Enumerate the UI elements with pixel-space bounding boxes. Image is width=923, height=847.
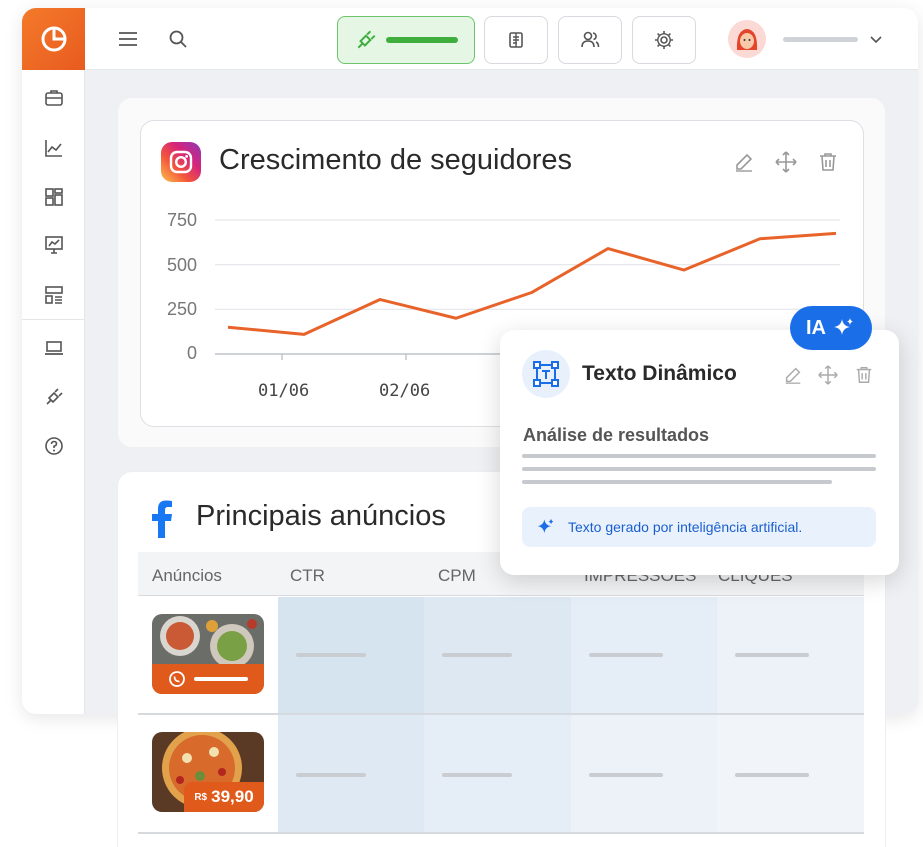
instagram-icon [161,142,201,182]
table-cell [717,715,864,833]
sparkle-icon [537,518,554,533]
layout-icon[interactable] [37,278,71,312]
delete-icon[interactable] [815,149,841,175]
briefcase-icon[interactable] [37,81,71,115]
user-name-placeholder [783,37,858,42]
delete-icon[interactable] [851,362,877,388]
dynamic-text-title: Texto Dinâmico [582,362,737,385]
column-header[interactable]: CTR [290,566,325,586]
table-cell [424,597,571,713]
help-icon[interactable] [37,429,71,463]
table-cell [717,597,864,713]
price-tag: R$ 39,90 [184,782,264,812]
text-placeholder-line [522,454,876,458]
chart-title: Crescimento de seguidores [219,144,573,176]
move-icon[interactable] [815,362,841,388]
search-icon[interactable] [165,26,191,52]
table-cell [424,715,571,833]
analysis-heading: Análise de resultados [523,425,710,445]
users-icon [581,31,600,48]
table-cell [571,597,717,713]
price-currency: R$ [194,791,208,803]
table-cell [278,715,424,833]
plug-icon[interactable] [37,380,71,414]
sidebar [22,8,85,714]
chevron-down-icon[interactable] [867,30,885,48]
ai-badge[interactable]: IA [790,306,872,350]
column-header[interactable]: CPM [438,566,476,586]
document-icon [509,32,523,48]
brand-logo[interactable] [22,8,85,70]
row-divider [138,832,864,834]
plug-icon [357,30,376,49]
analytics-icon[interactable] [37,131,71,165]
x-tick-label: 02/06 [379,381,431,401]
column-header[interactable]: Anúncios [152,566,222,586]
ai-badge-label: IA [806,316,826,339]
text-placeholder-line [522,480,832,484]
y-tick-label: 250 [166,299,197,319]
dashboard-icon[interactable] [37,180,71,214]
ai-generated-note: Texto gerado por inteligência artificial… [522,507,876,547]
connection-status-button[interactable] [337,16,475,64]
presentation-icon[interactable] [37,228,71,262]
gear-icon [655,31,673,49]
reports-button[interactable] [484,16,548,64]
text-frame-icon [533,361,559,387]
y-tick-label: 0 [186,343,197,363]
laptop-icon[interactable] [37,331,71,365]
text-placeholder-line [522,467,876,471]
ad-label-placeholder [194,677,248,681]
table-title: Principais anúncios [196,500,446,532]
x-tick-label: 01/06 [258,381,310,401]
ad-thumbnail-strip [152,664,264,694]
ad-thumbnail[interactable]: R$ 39,90 [152,732,264,812]
y-tick-label: 750 [166,210,197,230]
settings-button[interactable] [632,16,696,64]
users-button[interactable] [558,16,622,64]
logo-icon [41,26,66,52]
sparkle-icon [834,318,853,335]
whatsapp-icon [169,671,185,687]
avatar[interactable] [728,20,766,58]
sidebar-divider [22,319,85,320]
table-cell [278,597,424,713]
connection-status-bar [386,37,458,43]
top-bar [85,8,918,70]
table-cell [571,715,717,833]
text-block-icon-wrap [522,350,570,398]
ad-thumbnail[interactable] [152,614,264,694]
menu-icon[interactable] [115,26,141,52]
edit-icon[interactable] [780,362,806,388]
user-avatar-icon [728,20,766,58]
move-icon[interactable] [773,149,799,175]
ai-note-text: Texto gerado por inteligência artificial… [568,519,803,535]
facebook-icon [152,500,172,538]
edit-icon[interactable] [731,149,757,175]
y-tick-label: 500 [166,255,197,275]
price-value: 39,90 [211,787,254,806]
